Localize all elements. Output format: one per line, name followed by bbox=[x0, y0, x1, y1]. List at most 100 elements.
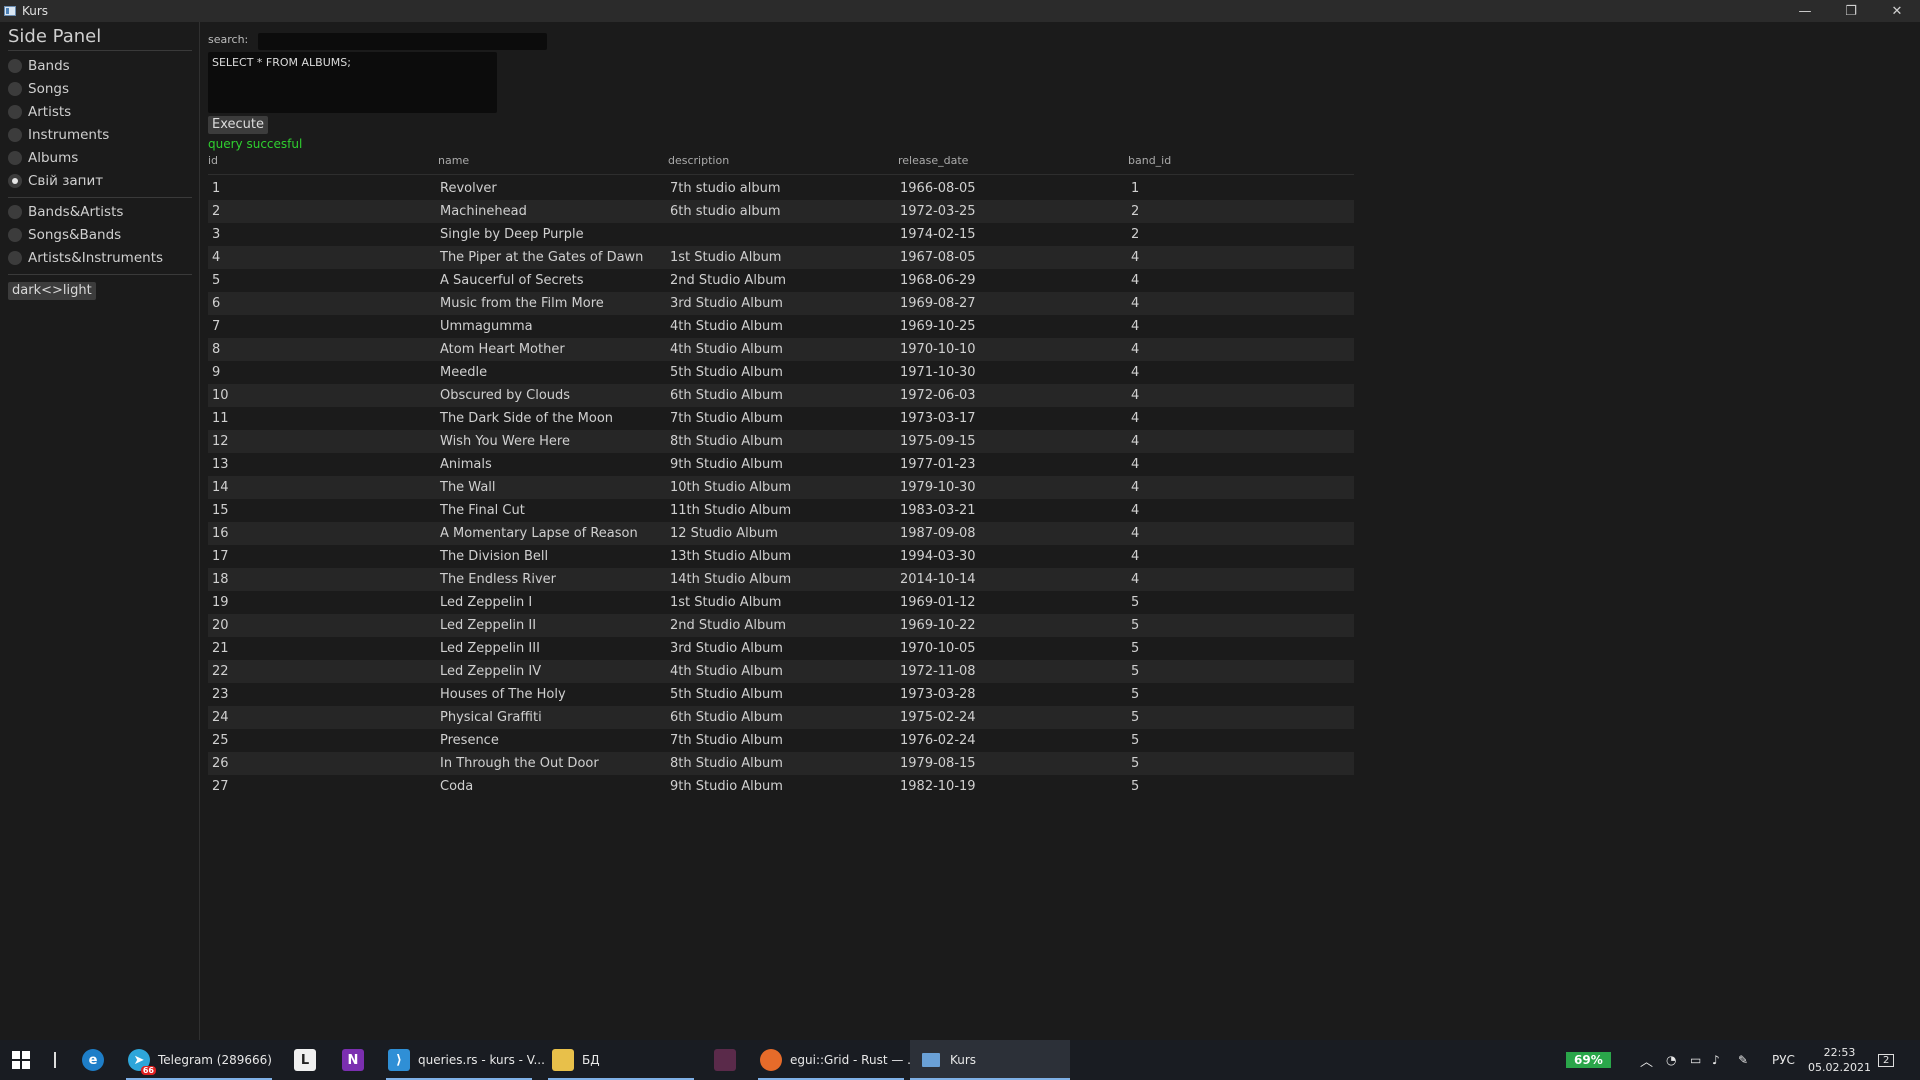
cell-band-id: 5 bbox=[1131, 664, 1140, 679]
task-view-icon bbox=[54, 1052, 56, 1068]
volume-icon[interactable]: ♪ bbox=[1712, 1040, 1720, 1080]
taskbar-kurs[interactable]: Kurs bbox=[910, 1040, 1070, 1080]
search-input[interactable] bbox=[258, 33, 547, 50]
cell-band-id: 5 bbox=[1131, 595, 1140, 610]
cell-release-date: 1973-03-17 bbox=[900, 411, 976, 426]
cell-name: Wish You Were Here bbox=[440, 434, 570, 449]
start-button[interactable] bbox=[12, 1040, 30, 1080]
taskbar-telegram[interactable]: ➤ 66 Telegram (289666) bbox=[128, 1040, 272, 1080]
clock-time: 22:53 bbox=[1823, 1046, 1856, 1059]
taskbar-edge[interactable]: e bbox=[82, 1040, 104, 1080]
cell-id: 24 bbox=[212, 710, 229, 725]
cell-id: 4 bbox=[212, 250, 221, 265]
radio-icon bbox=[8, 128, 22, 142]
taskbar-onenote[interactable]: N bbox=[342, 1040, 364, 1080]
sidebar-item-label: Songs&Bands bbox=[28, 227, 122, 243]
cell-id: 21 bbox=[212, 641, 229, 656]
sidebar-item-свій-запит[interactable]: Свій запит bbox=[8, 173, 103, 189]
cell-band-id: 4 bbox=[1131, 365, 1140, 380]
telegram-badge: 66 bbox=[140, 1066, 156, 1075]
cell-release-date: 1994-03-30 bbox=[900, 549, 976, 564]
cell-band-id: 4 bbox=[1131, 411, 1140, 426]
minimize-button[interactable]: — bbox=[1782, 0, 1828, 22]
clock-date: 05.02.2021 bbox=[1808, 1061, 1871, 1074]
cell-band-id: 5 bbox=[1131, 756, 1140, 771]
theme-toggle-button[interactable]: dark<>light bbox=[8, 282, 96, 300]
restore-button[interactable]: ❐ bbox=[1828, 0, 1874, 22]
battery-percent: 69% bbox=[1566, 1052, 1611, 1068]
sql-query-editor[interactable]: SELECT * FROM ALBUMS; bbox=[208, 52, 497, 113]
taskbar-dark-app[interactable] bbox=[714, 1040, 736, 1080]
sidebar-item-songs-bands[interactable]: Songs&Bands bbox=[8, 227, 121, 243]
cell-name: The Piper at the Gates of Dawn bbox=[440, 250, 644, 265]
taskbar-l-app[interactable]: L bbox=[294, 1040, 316, 1080]
cell-release-date: 2014-10-14 bbox=[900, 572, 976, 587]
cell-band-id: 5 bbox=[1131, 779, 1140, 794]
cell-description: 6th Studio Album bbox=[670, 388, 783, 403]
close-button[interactable]: ✕ bbox=[1874, 0, 1920, 22]
taskbar-vscode[interactable]: ⟩ queries.rs - kurs - V... bbox=[388, 1040, 545, 1080]
tray-chevron[interactable]: ︿ bbox=[1640, 1040, 1653, 1080]
cell-id: 12 bbox=[212, 434, 229, 449]
cell-name: Single by Deep Purple bbox=[440, 227, 584, 242]
pen-icon[interactable]: ✎ bbox=[1738, 1040, 1748, 1080]
cell-id: 6 bbox=[212, 296, 221, 311]
radio-icon bbox=[8, 251, 22, 265]
cell-band-id: 4 bbox=[1131, 319, 1140, 334]
battery-indicator[interactable]: 69% bbox=[1566, 1040, 1611, 1080]
language-indicator[interactable]: РУС bbox=[1772, 1040, 1795, 1080]
sidebar-item-artists-instruments[interactable]: Artists&Instruments bbox=[8, 250, 163, 266]
sidebar-item-bands-artists[interactable]: Bands&Artists bbox=[8, 204, 123, 220]
cell-id: 5 bbox=[212, 273, 221, 288]
battery-icon[interactable]: ▭ bbox=[1690, 1040, 1701, 1080]
window-title: Kurs bbox=[22, 4, 49, 18]
column-header-band-id: band_id bbox=[1128, 154, 1172, 167]
cell-id: 9 bbox=[212, 365, 221, 380]
column-header-name: name bbox=[438, 154, 470, 167]
network-icon[interactable]: ◔ bbox=[1666, 1040, 1676, 1080]
cell-band-id: 5 bbox=[1131, 733, 1140, 748]
taskbar-firefox[interactable]: egui::Grid - Rust — ... bbox=[760, 1040, 919, 1080]
table-row: 2 Machinehead 6th studio album 1972-03-25 2 bbox=[208, 200, 1354, 223]
cell-release-date: 1967-08-05 bbox=[900, 250, 976, 265]
cell-description: 1st Studio Album bbox=[670, 250, 782, 265]
sidebar-item-albums[interactable]: Albums bbox=[8, 150, 78, 166]
cell-description: 6th studio album bbox=[670, 204, 781, 219]
radio-icon bbox=[8, 205, 22, 219]
cell-name: A Momentary Lapse of Reason bbox=[440, 526, 638, 541]
table-row: 3 Single by Deep Purple 1974-02-15 2 bbox=[208, 223, 1354, 246]
cell-band-id: 4 bbox=[1131, 480, 1140, 495]
table-row: 11 The Dark Side of the Moon 7th Studio Al… bbox=[208, 407, 1354, 430]
cell-id: 16 bbox=[212, 526, 229, 541]
vscode-label: queries.rs - kurs - V... bbox=[418, 1053, 545, 1067]
sidebar-item-label: Свій запит bbox=[28, 173, 104, 189]
execute-button[interactable]: Execute bbox=[208, 116, 268, 134]
table-row: 26 In Through the Out Door 8th Studio Albu… bbox=[208, 752, 1354, 775]
cell-release-date: 1987-09-08 bbox=[900, 526, 976, 541]
sidebar-item-songs[interactable]: Songs bbox=[8, 81, 69, 97]
table-row: 17 The Division Bell 13th Studio Album 1994… bbox=[208, 545, 1354, 568]
cell-id: 13 bbox=[212, 457, 229, 472]
taskbar-explorer[interactable]: БД bbox=[552, 1040, 600, 1080]
sidebar-item-label: Albums bbox=[28, 150, 79, 166]
radio-icon bbox=[8, 151, 22, 165]
sidebar-item-bands[interactable]: Bands bbox=[8, 58, 70, 74]
table-row: 22 Led Zeppelin IV 4th Studio Album 1972-11… bbox=[208, 660, 1354, 683]
clock[interactable]: 22:53 05.02.2021 bbox=[1808, 1040, 1871, 1080]
cell-id: 17 bbox=[212, 549, 229, 564]
cell-name: Animals bbox=[440, 457, 492, 472]
sidebar-item-instruments[interactable]: Instruments bbox=[8, 127, 109, 143]
cell-id: 2 bbox=[212, 204, 221, 219]
cell-band-id: 4 bbox=[1131, 342, 1140, 357]
task-view-button[interactable] bbox=[54, 1040, 56, 1080]
cell-name: The Final Cut bbox=[440, 503, 525, 518]
sidebar-item-artists[interactable]: Artists bbox=[8, 104, 71, 120]
table-row: 24 Physical Graffiti 6th Studio Album 1975-… bbox=[208, 706, 1354, 729]
divider bbox=[8, 197, 192, 198]
notifications-button[interactable]: 2 bbox=[1878, 1040, 1895, 1080]
table-row: 4 The Piper at the Gates of Dawn 1st Studi… bbox=[208, 246, 1354, 269]
cell-name: Coda bbox=[440, 779, 474, 794]
firefox-label: egui::Grid - Rust — ... bbox=[790, 1053, 919, 1067]
cell-band-id: 5 bbox=[1131, 710, 1140, 725]
divider bbox=[8, 50, 192, 51]
